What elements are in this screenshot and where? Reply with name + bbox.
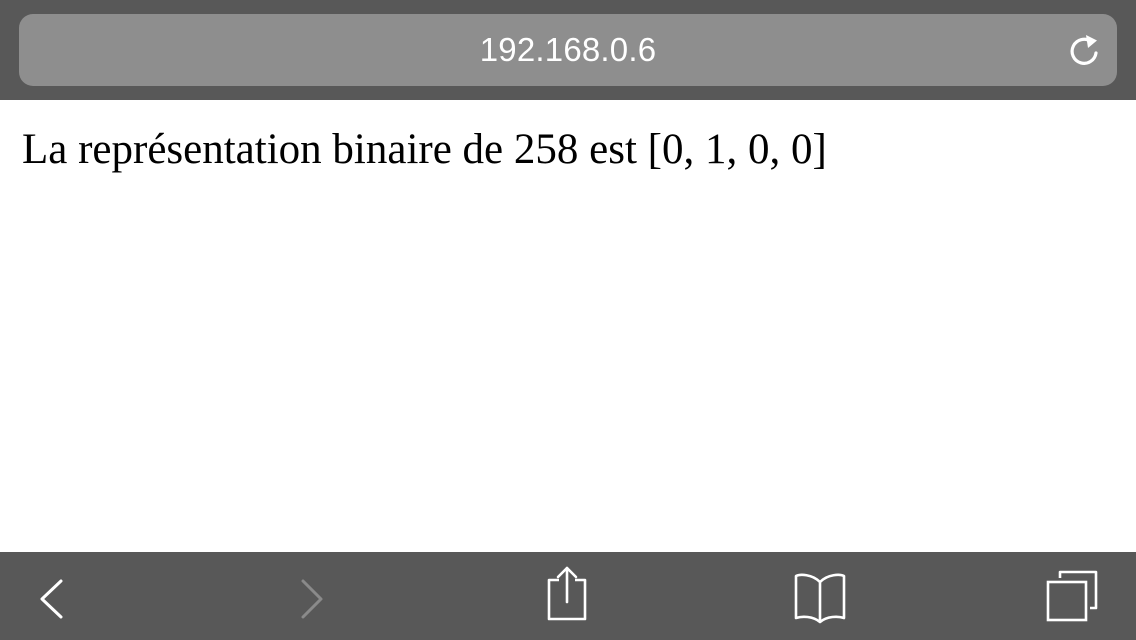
page-message: La représentation binaire de 258 est [0,… — [22, 126, 827, 173]
share-button[interactable] — [527, 552, 607, 640]
reload-button[interactable] — [1065, 31, 1105, 71]
tabs-button[interactable] — [1032, 552, 1112, 640]
share-icon[interactable] — [527, 552, 607, 640]
reload-icon[interactable] — [1065, 31, 1105, 71]
chevron-right-icon[interactable] — [272, 552, 352, 640]
address-bar[interactable]: 192.168.0.6 — [19, 14, 1117, 86]
tabs-icon[interactable] — [1032, 552, 1112, 640]
back-button[interactable] — [12, 552, 92, 640]
book-icon[interactable] — [780, 552, 860, 640]
browser-top-bar: 192.168.0.6 — [0, 0, 1136, 100]
chevron-left-icon[interactable] — [12, 552, 92, 640]
url-text[interactable]: 192.168.0.6 — [19, 14, 1117, 86]
browser-toolbar — [0, 552, 1136, 640]
bookmarks-button[interactable] — [780, 552, 860, 640]
forward-button[interactable] — [272, 552, 352, 640]
